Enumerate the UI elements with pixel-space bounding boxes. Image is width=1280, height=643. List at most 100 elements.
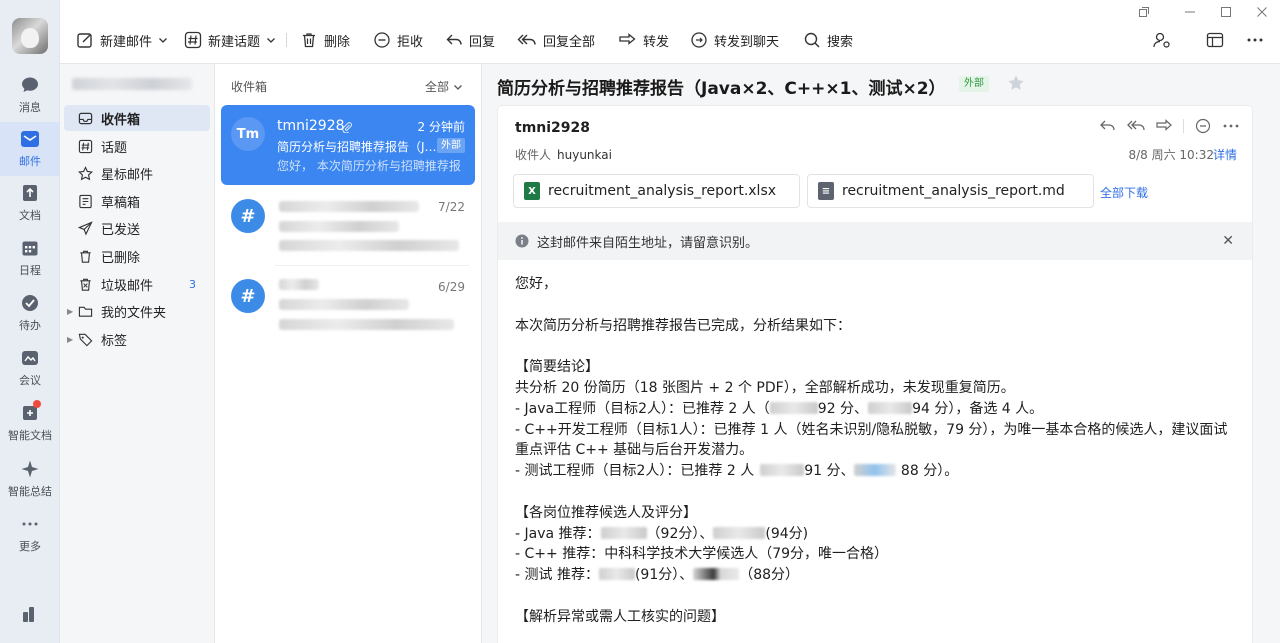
download-all-link[interactable]: 全部下载 <box>1100 184 1148 201</box>
email-actions <box>1099 118 1240 134</box>
folder-my-folders[interactable]: ▶ 我的文件夹 <box>64 298 210 324</box>
send-icon <box>78 220 93 236</box>
hash-icon <box>184 31 202 49</box>
contact-settings-icon[interactable] <box>1150 28 1174 52</box>
attachment-md[interactable]: ≡ recruitment_analysis_report.md <box>807 174 1094 208</box>
folder-label: 已删除 <box>101 250 141 266</box>
rail-item-calendar[interactable]: 日程 <box>0 231 60 285</box>
rail-label: 邮件 <box>19 155 41 168</box>
layout-toggle-icon[interactable] <box>1203 28 1227 52</box>
rail-label: 智能文档 <box>8 429 52 442</box>
body-line: 共分析 20 份简历（18 张图片 + 2 个 PDF），全部解析成功，未发现重… <box>515 379 1015 396</box>
rail-item-todo[interactable]: 待办 <box>0 286 60 340</box>
new-mail-button[interactable]: 新建邮件 <box>76 28 168 52</box>
search-button[interactable]: 搜索 <box>803 28 853 52</box>
reply-all-label: 回复全部 <box>543 34 596 50</box>
todo-check-icon <box>19 292 41 314</box>
details-link[interactable]: 详情 <box>1213 146 1237 163</box>
rail-item-docs[interactable]: 文档 <box>0 176 60 230</box>
account-name-redacted <box>72 78 192 90</box>
folder-icon <box>78 306 93 317</box>
message-time: 2 分钟前 <box>417 120 465 134</box>
info-icon <box>515 234 529 248</box>
doc-icon <box>19 182 41 204</box>
new-topic-button[interactable]: 新建话题 <box>184 28 276 52</box>
folder-starred[interactable]: 星标邮件 <box>64 160 210 186</box>
new-topic-label: 新建话题 <box>208 34 261 50</box>
recipient-label: 收件人 <box>515 148 552 162</box>
list-filter-dropdown[interactable]: 全部 <box>425 78 463 95</box>
stats-icon[interactable] <box>20 604 40 624</box>
sender-avatar: Tm <box>231 117 265 151</box>
text-file-icon: ≡ <box>818 182 834 200</box>
list-divider <box>275 265 469 266</box>
maximize-icon[interactable] <box>1218 4 1234 20</box>
body-line: - 测试 推荐： (91分）、 （88分） <box>515 567 800 584</box>
attachment-xlsx[interactable]: X recruitment_analysis_report.xlsx <box>513 174 800 208</box>
reply-icon <box>446 34 462 45</box>
star-toggle-icon[interactable] <box>1007 74 1025 96</box>
rail-item-smart-doc[interactable]: 智能文档 <box>0 396 60 450</box>
email-title: 简历分析与招聘推荐报告（Java×2、C++×1、测试×2） <box>497 79 946 99</box>
rail-label: 智能总结 <box>8 485 52 498</box>
excel-file-icon: X <box>524 182 540 200</box>
folder-deleted[interactable]: 已删除 <box>64 243 210 269</box>
redacted-text <box>279 221 399 232</box>
forward-to-chat-button[interactable]: 转发到聊天 <box>690 28 779 52</box>
inbox-icon <box>78 112 93 124</box>
minimize-icon[interactable] <box>1182 4 1198 20</box>
rail-item-meeting[interactable]: 会议 <box>0 341 60 395</box>
folder-label: 垃圾邮件 <box>101 278 154 294</box>
rail-item-messages[interactable]: 消息 <box>0 68 60 122</box>
rail-label: 消息 <box>19 101 41 114</box>
folder-spam[interactable]: 垃圾邮件 3 <box>64 271 210 297</box>
folder-drafts[interactable]: 草稿箱 <box>64 188 210 214</box>
folder-topics[interactable]: 话题 <box>64 133 210 159</box>
rail-item-smart-summary[interactable]: 智能总结 <box>0 452 60 506</box>
attachment-name: recruitment_analysis_report.md <box>842 183 1065 199</box>
message-list: 收件箱 全部 Tm tmni2928 2 分钟前 简历分析与招聘推荐报告（Jav… <box>215 64 482 643</box>
message-time: 7/22 <box>438 200 465 214</box>
expand-caret-icon[interactable]: ▶ <box>67 335 73 344</box>
close-icon[interactable]: ✕ <box>1222 233 1234 249</box>
draft-icon <box>79 194 92 208</box>
email-sender[interactable]: tmni2928 <box>515 120 590 136</box>
user-avatar[interactable] <box>12 18 48 54</box>
more-options-icon[interactable] <box>1222 118 1240 134</box>
message-item-selected[interactable]: Tm tmni2928 2 分钟前 简历分析与招聘推荐报告（Java×2、C++… <box>221 105 475 185</box>
recipient-name[interactable]: huyunkai <box>557 148 612 162</box>
message-item[interactable]: # 6/29 <box>221 267 475 347</box>
delete-button[interactable]: 删除 <box>300 28 350 52</box>
folder-sent[interactable]: 已发送 <box>64 215 210 241</box>
folder-pane: 收件箱 话题 星标邮件 草稿箱 已发送 已删除 垃圾邮件 3 ▶ 我的文件夹 ▶… <box>60 64 215 643</box>
chat-icon <box>19 74 41 96</box>
chevron-down-icon <box>159 38 167 43</box>
reply-icon[interactable] <box>1099 118 1117 134</box>
section-title: 【各岗位推荐候选人及评分】 <box>515 504 697 521</box>
folder-inbox[interactable]: 收件箱 <box>64 105 210 131</box>
chat-forward-icon <box>691 32 707 48</box>
chat-forward-icon[interactable] <box>1194 118 1212 134</box>
close-window-icon[interactable] <box>1254 4 1270 20</box>
trash-icon <box>303 33 315 48</box>
body-line: - C++ 推荐：中科科学技术大学候选人（79分，唯一合格） <box>515 546 889 563</box>
reply-all-icon[interactable] <box>1127 118 1145 134</box>
forward-icon[interactable] <box>1155 118 1173 134</box>
folder-tags[interactable]: ▶ 标签 <box>64 326 210 352</box>
search-label: 搜索 <box>827 34 854 50</box>
message-item[interactable]: # 7/22 <box>221 187 475 267</box>
redacted-text <box>279 299 409 310</box>
folder-label: 我的文件夹 <box>101 305 167 321</box>
forward-button[interactable]: 转发 <box>617 28 669 52</box>
reply-all-button[interactable]: 回复全部 <box>517 28 595 52</box>
rail-item-mail[interactable]: 邮件 <box>0 122 60 176</box>
redacted-text <box>279 240 459 251</box>
reply-button[interactable]: 回复 <box>445 28 495 52</box>
expand-caret-icon[interactable]: ▶ <box>67 307 73 316</box>
message-time: 6/29 <box>438 280 465 294</box>
forward-icon <box>619 33 636 45</box>
reject-button[interactable]: 拒收 <box>373 28 423 52</box>
more-options-icon[interactable] <box>1243 28 1267 52</box>
pip-icon[interactable] <box>1136 4 1152 20</box>
rail-item-more[interactable]: 更多 <box>0 507 60 561</box>
